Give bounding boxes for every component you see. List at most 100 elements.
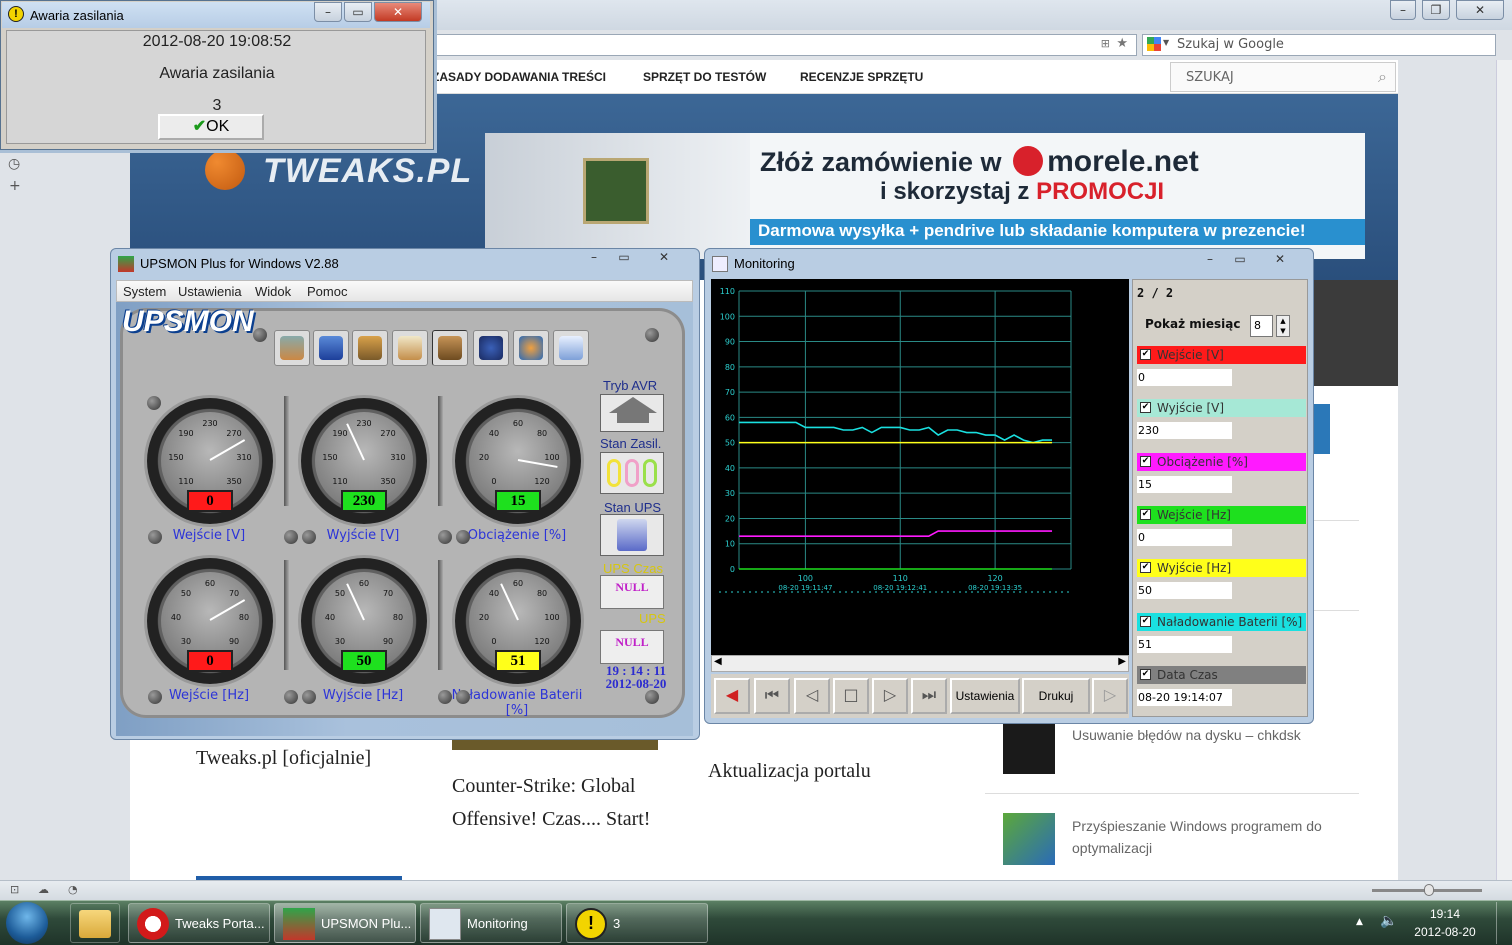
first-button[interactable]: ⏮: [754, 678, 790, 714]
legend-checkbox[interactable]: ✔: [1140, 509, 1151, 520]
upsmon-minimize-button[interactable]: –: [580, 248, 608, 268]
search-icon[interactable]: ⌕: [1378, 67, 1387, 87]
article-title[interactable]: Counter-Strike: Global Offensive! Czas..…: [452, 770, 682, 836]
legend-checkbox[interactable]: ✔: [1140, 616, 1151, 627]
tool-add-ups-button[interactable]: [313, 330, 349, 366]
tool-computer-button[interactable]: [352, 330, 388, 366]
play-button[interactable]: ▷: [1092, 678, 1128, 714]
legend-item[interactable]: ✔ Data Czas: [1137, 666, 1306, 684]
nav-item-test-hardware[interactable]: SPRZĘT DO TESTÓW: [643, 70, 766, 84]
system-clock[interactable]: 19:14 2012-08-20: [1410, 905, 1480, 941]
taskbar-upsmon[interactable]: UPSMON Plu...: [274, 903, 416, 943]
article-title[interactable]: Tweaks.pl [oficjalnie]: [196, 742, 436, 775]
stop-button[interactable]: □: [833, 678, 869, 714]
upsmon-maximize-button[interactable]: ▭: [610, 248, 638, 268]
taskbar-opera[interactable]: Tweaks Porta...: [128, 903, 270, 943]
x-tick-label: 110: [893, 574, 908, 583]
sidebar-item-chkdsk[interactable]: Usuwanie błędów na dysku – chkdsk: [1072, 724, 1342, 746]
scroll-right-icon[interactable]: ▶: [1118, 656, 1126, 667]
site-logo[interactable]: TWEAKS.PL: [263, 152, 472, 191]
volume-icon[interactable]: 🔈: [1380, 913, 1397, 929]
monitoring-minimize-button[interactable]: –: [1196, 250, 1224, 270]
sidebar-item-optimization[interactable]: Przyśpieszanie Windows programem do opty…: [1072, 815, 1342, 859]
chart-scrollbar[interactable]: ◀ ▶: [711, 655, 1129, 672]
gamexp-thumbnail[interactable]: [1003, 813, 1055, 865]
tool-settings-button[interactable]: [274, 330, 310, 366]
legend-checkbox[interactable]: ✔: [1140, 349, 1151, 360]
monitoring-close-button[interactable]: ✕: [1256, 250, 1304, 270]
gauge-tick-label: 120: [534, 637, 550, 647]
menu-help[interactable]: Pomoc: [307, 284, 347, 299]
dialog-minimize-button[interactable]: –: [314, 2, 342, 22]
legend-checkbox[interactable]: ✔: [1140, 456, 1151, 467]
dialog-maximize-button[interactable]: ▭: [344, 2, 372, 22]
rss-icon[interactable]: ⊞: [1101, 37, 1110, 50]
dropdown-icon[interactable]: ▼: [1163, 38, 1169, 47]
add-icon[interactable]: +: [9, 178, 21, 194]
address-bar[interactable]: ⊞ ★: [430, 34, 1137, 56]
legend-item[interactable]: ✔ Naładowanie Baterii [%]: [1137, 613, 1306, 631]
article-title[interactable]: Aktualizacja portalu: [708, 755, 938, 788]
history-icon[interactable]: ◷: [8, 156, 20, 172]
morele-logo-icon: [1013, 146, 1044, 176]
show-desktop-button[interactable]: [1496, 902, 1510, 944]
zoom-slider-thumb[interactable]: [1424, 884, 1434, 896]
tool-chart-button[interactable]: [392, 330, 428, 366]
nav-item-reviews[interactable]: RECENZJE SPRZĘTU: [800, 70, 923, 84]
cloud-icon[interactable]: ☁: [38, 883, 49, 896]
tool-mail-button[interactable]: [553, 330, 589, 366]
legend-item[interactable]: ✔ Obciążenie [%]: [1137, 453, 1306, 471]
google-search-field[interactable]: ▼ Szukaj w Google: [1142, 34, 1496, 56]
legend-item[interactable]: ✔ Wyjście [V]: [1137, 399, 1306, 417]
dialog-close-button[interactable]: ✕: [374, 2, 422, 22]
site-search-input[interactable]: SZUKAJ ⌕: [1170, 62, 1396, 92]
ok-button[interactable]: ✔OK: [158, 114, 264, 140]
maximize-button[interactable]: ❐: [1422, 0, 1450, 20]
legend-item[interactable]: ✔ Wejście [Hz]: [1137, 506, 1306, 524]
gauge-tick-label: 70: [382, 588, 394, 598]
print-button[interactable]: Drukuj: [1022, 678, 1090, 714]
legend-value: 50: [1137, 582, 1232, 599]
gauge-led: [148, 530, 162, 544]
settings-button[interactable]: Ustawienia: [950, 678, 1020, 714]
taskbar-explorer[interactable]: [70, 903, 120, 943]
close-button[interactable]: ✕: [1456, 0, 1504, 20]
status-led: [645, 690, 659, 704]
gauge-tick-label: 270: [380, 428, 396, 438]
scroll-left-icon[interactable]: ◀: [714, 656, 722, 667]
month-input[interactable]: 8: [1250, 315, 1273, 337]
prev-button[interactable]: ◁: [794, 678, 830, 714]
start-button[interactable]: [6, 902, 48, 944]
chkdsk-thumbnail[interactable]: [1003, 722, 1055, 774]
menu-view[interactable]: Widok: [255, 284, 291, 299]
browser-scrollbar[interactable]: [1496, 60, 1512, 880]
month-label: Pokaż miesiąc: [1145, 317, 1241, 331]
menu-system[interactable]: System: [123, 284, 166, 299]
last-button[interactable]: ⏭: [911, 678, 947, 714]
nav-item-rules[interactable]: ZASADY DODAWANIA TREŚCI: [432, 70, 606, 84]
monitoring-maximize-button[interactable]: ▭: [1226, 250, 1254, 270]
taskbar-monitoring[interactable]: Monitoring: [420, 903, 562, 943]
tool-web-button[interactable]: [513, 330, 549, 366]
next-button[interactable]: ▷: [872, 678, 908, 714]
tool-monitor-button[interactable]: [432, 330, 468, 366]
legend-label: Wejście [Hz]: [1157, 508, 1231, 522]
legend-checkbox[interactable]: ✔: [1140, 669, 1151, 680]
panel-icon[interactable]: ⊡: [10, 883, 19, 896]
legend-item[interactable]: ✔ Wejście [V]: [1137, 346, 1306, 364]
legend-checkbox[interactable]: ✔: [1140, 402, 1151, 413]
power-state-label: Stan Zasil.: [600, 436, 662, 451]
minimize-button[interactable]: –: [1390, 0, 1416, 20]
record-button[interactable]: ◀: [714, 678, 750, 714]
tray-arrow-icon[interactable]: ▲: [1356, 917, 1363, 927]
month-spinner[interactable]: ▲ ▼: [1276, 315, 1290, 337]
speed-icon[interactable]: ◔: [68, 883, 78, 896]
ad-headline: Złóż zamówienie w morele.net: [760, 145, 1199, 179]
menu-settings[interactable]: Ustawienia: [178, 284, 242, 299]
taskbar-alert[interactable]: ! 3: [566, 903, 708, 943]
legend-checkbox[interactable]: ✔: [1140, 562, 1151, 573]
legend-item[interactable]: ✔ Wyjście [Hz]: [1137, 559, 1306, 577]
upsmon-close-button[interactable]: ✕: [640, 248, 688, 268]
star-icon[interactable]: ★: [1116, 36, 1128, 51]
tool-eye-button[interactable]: [473, 330, 509, 366]
